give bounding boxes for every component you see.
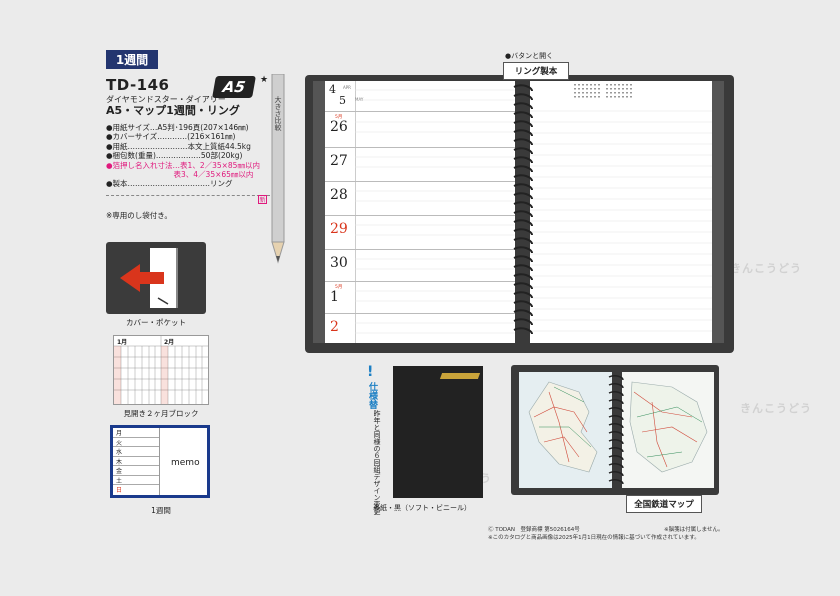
weekday: 金: [113, 466, 159, 476]
exclamation-icon: !: [367, 364, 374, 380]
week-thumbnail: 月 火 水 木 金 土 日 memo: [110, 425, 210, 498]
watermark: きんこうどう: [740, 402, 812, 415]
mini-calendar: [574, 84, 632, 98]
spec-item: ●用紙……………………本文上質紙44.5kg: [106, 141, 251, 151]
pencil-label: 大きさ比較: [274, 96, 282, 131]
open-flat-note: ●バタンと開く: [505, 52, 554, 60]
weekday: 水: [113, 447, 159, 457]
black-cover-image: [393, 366, 483, 498]
spec-item: ●製本……………………………リング: [106, 179, 233, 189]
week-days-column: 月 火 水 木 金 土 日: [113, 428, 159, 495]
new-mark: 新: [258, 195, 267, 204]
index-strip: [712, 81, 724, 343]
spec-change-title: 仕様替: [367, 382, 377, 409]
railway-map-left: [519, 372, 612, 488]
cover-logo: [439, 373, 481, 379]
watermark: きんこうどう: [730, 262, 802, 275]
noshi-note: ※専用のし袋付き。: [106, 211, 172, 220]
memo-label: memo: [171, 458, 200, 468]
planner-left-page: 4 APR 5 MAY 5月 26 27 28 29 30 5月 1 2: [325, 81, 515, 343]
week-thumbnail-label: 1週間: [151, 506, 171, 515]
bag-note: ※脳箋は付属しません。: [664, 527, 724, 533]
catalog-note: ※このカタログと商品画像は2025年1月1日現在の情報に基づいて作成されています…: [488, 535, 700, 541]
calendar-thumbnail: 1月 2月: [113, 335, 209, 405]
day-number-holiday: 29: [330, 221, 348, 237]
spec-item: ●用紙サイズ…A5判･196頁(207×146㎜): [106, 123, 249, 132]
day-number: 1: [330, 289, 339, 305]
cover-pocket-image: [106, 242, 206, 314]
ring-binding-callout: リング製本: [503, 62, 569, 80]
weekday: 火: [113, 438, 159, 447]
day-number: 30: [330, 255, 348, 271]
day-number-holiday: 2: [330, 319, 339, 335]
weekday: 日: [116, 487, 123, 494]
product-name: A5・マップ1週間・リング: [106, 104, 240, 117]
month-number: 4: [329, 83, 336, 96]
copyright-note: Ⓒ TODAN 登録商標 第5026164号: [488, 527, 580, 533]
railway-map-callout: 全国鉄道マップ: [626, 495, 702, 513]
product-code: TD-146: [106, 76, 170, 94]
divider: [159, 428, 160, 495]
day-number: 26: [330, 119, 348, 135]
cover-pocket-label: カバー・ポケット: [126, 318, 186, 327]
spec-list: ●用紙サイズ…A5判･196頁(207×146㎜) ●カバーサイズ…………(21…: [106, 123, 274, 189]
month-en: APR: [343, 85, 351, 90]
planner-right-page: [530, 81, 712, 343]
spec-item: ●梱包数(重量)………………50部(20kg): [106, 151, 243, 161]
black-cover-label: 表紙・黒（ソフト・ビニール）: [373, 504, 471, 512]
weekday: 木: [113, 457, 159, 466]
ring-binding: [513, 84, 533, 335]
index-strip: [313, 81, 325, 343]
divider: [106, 195, 270, 196]
calendar-thumbnail-label: 見開き２ヶ月ブロック: [123, 409, 199, 418]
star-icon: ★: [260, 75, 269, 85]
railway-map-right: [622, 372, 714, 488]
weekday: 土: [113, 476, 159, 485]
weekday: 月: [113, 428, 159, 438]
day-number-top: 5: [339, 94, 346, 107]
category-badge: 1週間: [106, 50, 158, 69]
day-number: 27: [330, 153, 348, 169]
spec-item: ●箔押し名入れ寸法…表1、2／35×85㎜以内: [106, 160, 260, 170]
day-number: 28: [330, 187, 348, 203]
spec-item: ●カバーサイズ…………(216×161㎜): [106, 132, 236, 142]
ring-binding: [608, 375, 624, 485]
design-change-note: 昨年と同様の６回組デザイン変更: [373, 410, 381, 515]
